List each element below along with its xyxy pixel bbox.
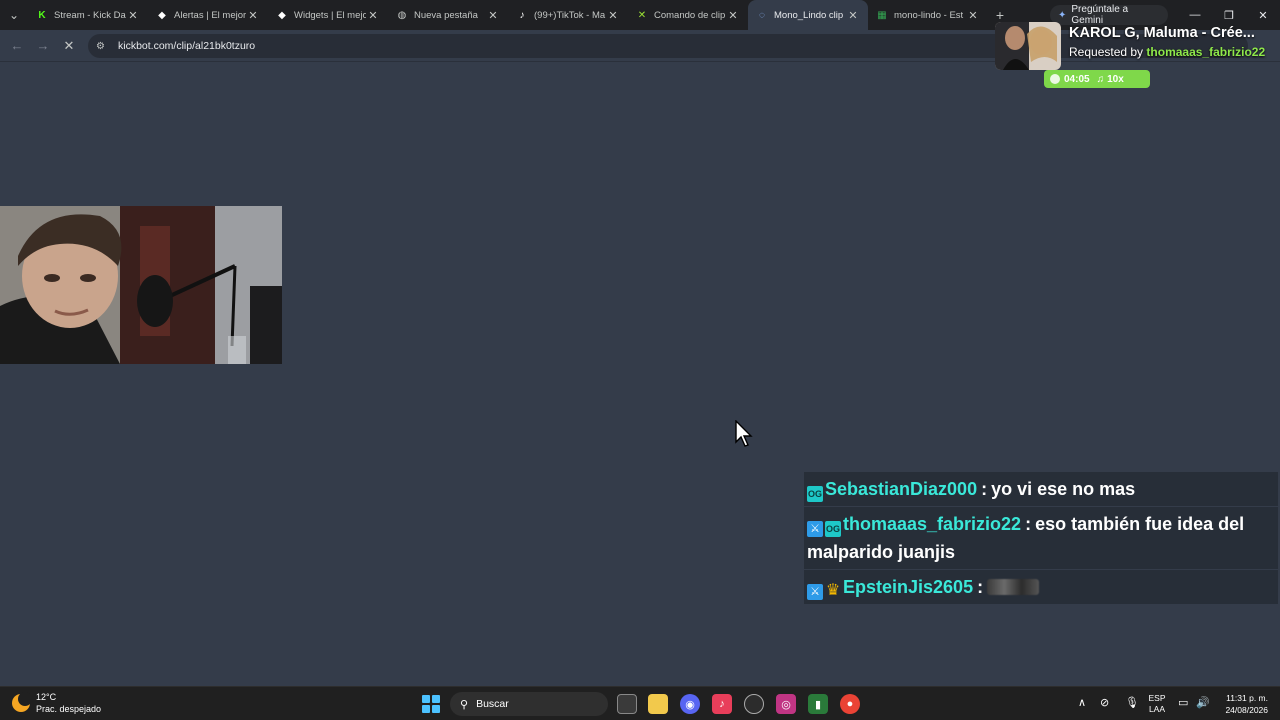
- chat-username[interactable]: SebastianDiaz000: [825, 479, 977, 499]
- music-note-icon: ♫: [1096, 73, 1105, 85]
- requested-by-label: Requested by: [1069, 45, 1144, 59]
- now-playing-widget: KAROL G, Maluma - Crée... Requested by t…: [995, 22, 1280, 90]
- chat-message: ⚔ OG thomaaas_fabrizio22: eso también fue i…: [804, 507, 1278, 569]
- diamond-icon: ◆: [278, 9, 286, 21]
- tab-search-chevron-icon[interactable]: ⌄: [0, 0, 28, 30]
- playback-status-pill: 04:05 ♫ 10x: [1044, 70, 1150, 88]
- file-explorer-icon[interactable]: [648, 694, 668, 714]
- language-bottom: LAA: [1148, 704, 1166, 714]
- chat-overlay: OG SebastianDiaz000: yo vi ese no mas ⚔ OG th…: [804, 472, 1278, 605]
- tab-7[interactable]: ▦ mono-lindo - Est ✕: [868, 0, 988, 30]
- stop-loading-button[interactable]: ✕: [56, 33, 82, 59]
- microphone-icon[interactable]: 🎙: [1125, 696, 1139, 709]
- tab-3[interactable]: ◍ Nueva pestaña ✕: [388, 0, 508, 30]
- chrome-icon: ◍: [397, 9, 407, 21]
- back-button[interactable]: ←: [4, 33, 30, 59]
- vip-crown-icon: ♛: [825, 582, 841, 599]
- taskbar-clock[interactable]: 11:31 p. m. 24/08/2026: [1214, 692, 1268, 716]
- webcam-image: [0, 206, 282, 364]
- search-icon: ⚲: [460, 698, 469, 711]
- tab-2[interactable]: ◆ Widgets | El mejo ✕: [268, 0, 388, 30]
- tab-0[interactable]: K Stream - Kick Das ✕: [28, 0, 148, 30]
- volume-icon[interactable]: 🔊: [1196, 696, 1210, 709]
- song-time: 04:05: [1064, 73, 1090, 85]
- sheet-icon: ▦: [877, 9, 887, 21]
- chat-message: ⚔ ♛ EpsteinJis2605:: [804, 570, 1278, 604]
- mouse-cursor-icon: [735, 420, 753, 447]
- tab-close-icon[interactable]: ✕: [606, 9, 620, 22]
- tab-title: Mono_Lindo clip: [774, 9, 844, 21]
- clock-date: 24/08/2026: [1225, 705, 1268, 715]
- tab-1[interactable]: ◆ Alertas | El mejor ✕: [148, 0, 268, 30]
- taskbar-search-placeholder: Buscar: [476, 698, 509, 710]
- tab-close-icon[interactable]: ✕: [846, 9, 860, 22]
- forward-button[interactable]: →: [30, 33, 56, 59]
- requested-by-user: thomaaas_fabrizio22: [1146, 45, 1266, 59]
- chat-separator: :: [977, 577, 984, 597]
- discord-icon[interactable]: ◉: [680, 694, 700, 714]
- album-art: [995, 22, 1061, 70]
- language-indicator[interactable]: ESP LAA: [1146, 693, 1168, 715]
- tab-title: (99+)TikTok - Ma: [534, 9, 606, 21]
- instagram-icon[interactable]: ◎: [776, 694, 796, 714]
- tab-title: Alertas | El mejor: [174, 9, 246, 21]
- site-info-icon[interactable]: ⚙: [96, 41, 110, 52]
- weather-widget[interactable]: 12°C Prac. despejado: [12, 691, 101, 715]
- diamond-icon: ◆: [158, 9, 166, 21]
- kick-icon: K: [38, 9, 46, 21]
- moon-weather-icon: [12, 692, 32, 712]
- tab-title: mono-lindo - Est: [894, 9, 964, 21]
- chat-text: yo vi ese no mas: [991, 479, 1136, 499]
- address-url: kickbot.com/clip/al21bk0tzuro: [118, 40, 256, 52]
- display-icon[interactable]: ▭: [1178, 696, 1188, 709]
- requested-by-line: Requested by thomaaas_fabrizio22: [1069, 45, 1265, 59]
- timer-icon: [1050, 74, 1060, 84]
- gemini-icon: ✦: [1058, 9, 1067, 21]
- app-icon[interactable]: ▮: [808, 694, 828, 714]
- song-title: KAROL G, Maluma - Crée...: [1069, 25, 1255, 41]
- tab-close-icon[interactable]: ✕: [126, 9, 140, 22]
- chat-username[interactable]: EpsteinJis2605: [843, 577, 973, 597]
- taskbar-search[interactable]: ⚲ Buscar: [450, 692, 608, 716]
- tab-close-icon[interactable]: ✕: [366, 9, 380, 22]
- song-volume: 10x: [1107, 73, 1124, 85]
- tab-5[interactable]: ✕ Comando de clip ✕: [628, 0, 748, 30]
- moderator-sword-icon: ⚔: [807, 584, 823, 600]
- task-view-icon[interactable]: [617, 694, 637, 714]
- globe-icon: ◌: [759, 9, 765, 21]
- blurred-emote: [987, 579, 1040, 595]
- language-top: ESP: [1148, 693, 1166, 703]
- tab-title: Comando de clip: [654, 9, 726, 21]
- chat-message: OG SebastianDiaz000: yo vi ese no mas: [804, 472, 1278, 506]
- network-off-icon[interactable]: ⊘: [1100, 696, 1109, 709]
- tab-close-icon[interactable]: ✕: [486, 9, 500, 22]
- tiktok-icon: ♪: [519, 9, 525, 21]
- og-badge-icon: OG: [807, 486, 823, 502]
- tab-close-icon[interactable]: ✕: [726, 9, 740, 22]
- taskbar: 12°C Prac. despejado ⚲ Buscar ◉ ♪ ◎ ▮ ● …: [0, 686, 1280, 720]
- weather-temperature: 12°C: [36, 692, 57, 702]
- chat-username[interactable]: thomaaas_fabrizio22: [843, 514, 1021, 534]
- kickbot-icon: ✕: [637, 9, 647, 21]
- windows-start-icon[interactable]: [422, 695, 440, 713]
- tab-close-icon[interactable]: ✕: [246, 9, 260, 22]
- tab-6[interactable]: ◌ Mono_Lindo clip ✕: [748, 0, 868, 30]
- tab-title: Nueva pestaña: [414, 9, 478, 21]
- tiktok-icon[interactable]: ♪: [712, 694, 732, 714]
- tab-title: Widgets | El mejo: [294, 9, 366, 21]
- clock-time: 11:31 p. m.: [1226, 693, 1268, 703]
- chat-separator: :: [981, 479, 988, 499]
- chat-separator: :: [1025, 514, 1032, 534]
- tray-overflow-chevron-icon[interactable]: ∧: [1078, 696, 1086, 709]
- og-badge-icon: OG: [825, 521, 841, 537]
- weather-description: Prac. despejado: [36, 704, 102, 714]
- tab-title: Stream - Kick Das: [54, 9, 126, 21]
- chrome-taskbar-icon[interactable]: ●: [840, 694, 860, 714]
- moderator-sword-icon: ⚔: [807, 521, 823, 537]
- tab-close-icon[interactable]: ✕: [966, 9, 980, 22]
- obs-icon[interactable]: [744, 694, 764, 714]
- new-tab-button[interactable]: +: [988, 7, 1012, 23]
- webcam-feed: [0, 206, 282, 364]
- tab-4[interactable]: ♪ (99+)TikTok - Ma ✕: [508, 0, 628, 30]
